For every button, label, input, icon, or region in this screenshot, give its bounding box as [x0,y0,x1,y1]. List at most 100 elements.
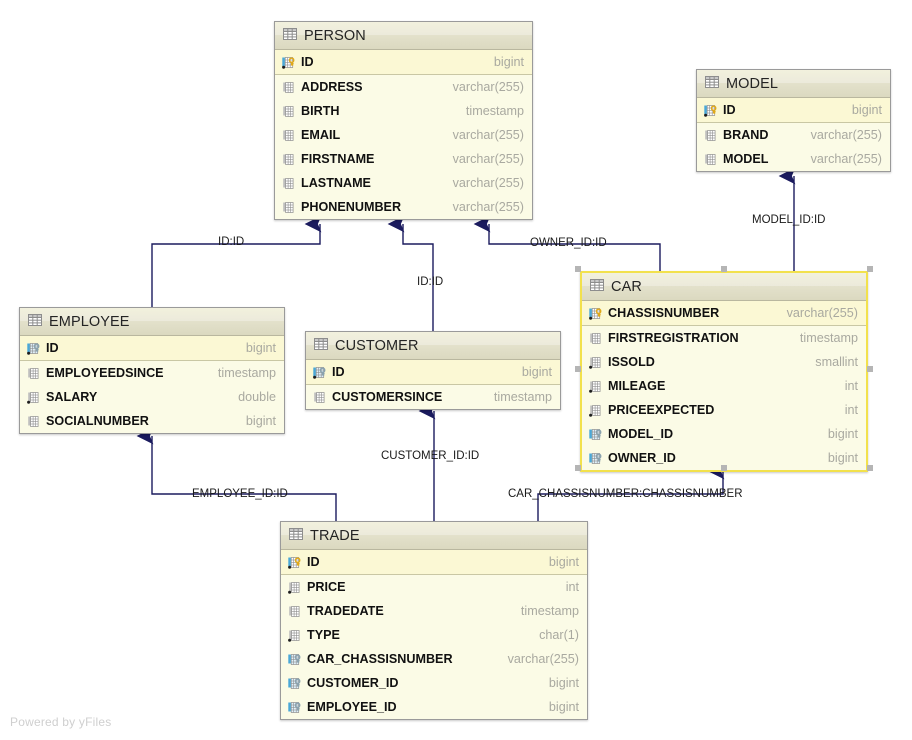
column-type: varchar(255) [452,152,524,166]
table-row[interactable]: EMPLOYEEDSINCE timestamp [20,361,284,385]
foreign-key-icon [288,701,301,714]
selection-handle[interactable] [867,266,873,272]
column-icon [704,129,717,142]
selection-handle[interactable] [575,465,581,471]
table-node-person[interactable]: PERSON ID bigint ADDRESS varchar(255) BIRT… [274,21,533,220]
table-icon [283,27,297,44]
table-row[interactable]: FIRSTNAME varchar(255) [275,147,532,171]
column-type: varchar(255) [452,80,524,94]
column-name: CAR_CHASSISNUMBER [307,652,453,666]
column-icon [282,105,295,118]
column-name: ADDRESS [301,80,363,94]
table-header-model[interactable]: MODEL [697,70,890,98]
column-type: varchar(255) [810,128,882,142]
table-icon [289,527,303,544]
column-name: OWNER_ID [608,451,676,465]
table-row[interactable]: TRADEDATE timestamp [281,599,587,623]
foreign-key-icon [288,653,301,666]
table-row[interactable]: BRAND varchar(255) [697,123,890,147]
table-node-employee[interactable]: EMPLOYEE ID bigint EMPLOYEEDSINCE timestam… [19,307,285,434]
table-header-trade[interactable]: TRADE [281,522,587,550]
column-type: smallint [815,355,858,369]
table-row[interactable]: BIRTH timestamp [275,99,532,123]
primary-foreign-key-icon [313,366,326,379]
table-columns: ID bigint BRAND varchar(255) MODEL varchar(… [697,98,890,171]
column-name: EMPLOYEE_ID [307,700,397,714]
table-columns: ID bigint PRICE int TRADEDATE timestamp TYP… [281,550,587,719]
table-row[interactable]: MILEAGE int [582,374,866,398]
not-null-column-icon [27,391,40,404]
column-name: PRICEEXPECTED [608,403,715,417]
selection-handle[interactable] [867,365,873,372]
not-null-column-icon [589,380,602,393]
column-name: ID [301,55,314,69]
table-row[interactable]: ID bigint [697,98,890,123]
selection-handle[interactable] [721,465,727,471]
column-name: EMPLOYEEDSINCE [46,366,164,380]
column-type: bigint [851,103,882,117]
column-type: varchar(255) [786,306,858,320]
column-type: int [844,403,858,417]
column-name: MODEL [723,152,769,166]
selection-handle[interactable] [721,266,727,272]
table-columns: ID bigint CUSTOMERSINCE timestamp [306,360,560,409]
table-row[interactable]: MODEL varchar(255) [697,147,890,171]
table-node-customer[interactable]: CUSTOMER ID bigint CUSTOMERSINCE timestamp [305,331,561,410]
selection-handle[interactable] [575,266,581,272]
table-row[interactable]: TYPE char(1) [281,623,587,647]
primary-key-icon [589,307,602,320]
table-row[interactable]: SOCIALNUMBER bigint [20,409,284,433]
table-row[interactable]: SALARY double [20,385,284,409]
selection-handle[interactable] [575,365,581,372]
table-row[interactable]: LASTNAME varchar(255) [275,171,532,195]
table-node-model[interactable]: MODEL ID bigint BRAND varchar(255) MODEL va… [696,69,891,172]
table-icon [314,337,328,354]
table-row[interactable]: CHASSISNUMBER varchar(255) [582,301,866,326]
table-row[interactable]: PRICE int [281,575,587,599]
column-type: timestamp [493,390,552,404]
table-header-customer[interactable]: CUSTOMER [306,332,560,360]
table-row[interactable]: ID bigint [306,360,560,385]
table-title: TRADE [310,527,360,544]
table-row[interactable]: MODEL_ID bigint [582,422,866,446]
table-row[interactable]: ISSOLD smallint [582,350,866,374]
table-row[interactable]: PHONENUMBER varchar(255) [275,195,532,219]
table-row[interactable]: PRICEEXPECTED int [582,398,866,422]
yfiles-watermark: Powered by yFiles [10,715,112,729]
table-row[interactable]: EMAIL varchar(255) [275,123,532,147]
table-row[interactable]: EMPLOYEE_ID bigint [281,695,587,719]
column-icon [282,201,295,214]
table-title: EMPLOYEE [49,313,130,330]
table-row[interactable]: ID bigint [281,550,587,575]
column-type: double [238,390,276,404]
table-node-car[interactable]: CAR CHASSISNUMBER varchar(255) FIRSTREGIS… [580,271,868,472]
column-name: SOCIALNUMBER [46,414,149,428]
foreign-key-icon [589,428,602,441]
column-type: bigint [521,365,552,379]
table-header-person[interactable]: PERSON [275,22,532,50]
table-node-trade[interactable]: TRADE ID bigint PRICE int TRADEDATE timesta… [280,521,588,720]
table-row[interactable]: CUSTOMER_ID bigint [281,671,587,695]
table-row[interactable]: FIRSTREGISTRATION timestamp [582,326,866,350]
table-title: CAR [611,278,642,295]
diagram-canvas[interactable]: PERSON ID bigint ADDRESS varchar(255) BIRT… [0,0,912,740]
table-header-employee[interactable]: EMPLOYEE [20,308,284,336]
primary-foreign-key-icon [27,342,40,355]
table-row[interactable]: ID bigint [275,50,532,75]
column-type: bigint [548,700,579,714]
table-header-car[interactable]: CAR [582,273,866,301]
column-icon [704,153,717,166]
column-name: BIRTH [301,104,340,118]
column-type: varchar(255) [452,128,524,142]
table-row[interactable]: ID bigint [20,336,284,361]
selection-handle[interactable] [867,465,873,471]
table-row[interactable]: CUSTOMERSINCE timestamp [306,385,560,409]
table-row[interactable]: CAR_CHASSISNUMBER varchar(255) [281,647,587,671]
column-name: PRICE [307,580,346,594]
column-name: MILEAGE [608,379,666,393]
edge-trade-employee[interactable] [136,427,337,521]
column-type: timestamp [799,331,858,345]
column-type: bigint [245,414,276,428]
column-name: SALARY [46,390,98,404]
table-row[interactable]: ADDRESS varchar(255) [275,75,532,99]
